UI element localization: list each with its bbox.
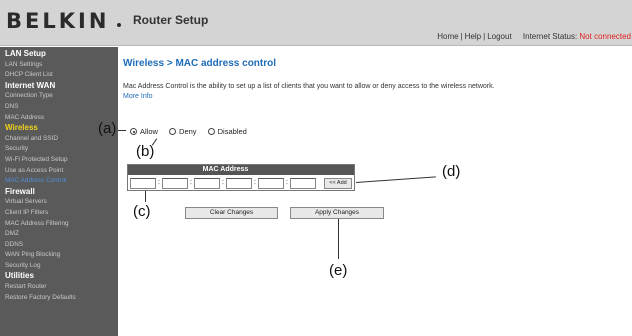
logo-dot (117, 23, 121, 27)
deny-radio[interactable] (169, 128, 177, 135)
callout-c: (c) (133, 203, 151, 220)
mac-address-table: MAC Address : : : : : << Add (127, 164, 355, 191)
sidebar-item-restore-defaults[interactable]: Restore Factory Defaults (0, 293, 118, 304)
sidebar-item-connection-type[interactable]: Connection Type (0, 91, 118, 102)
disabled-radio[interactable] (207, 128, 215, 135)
sidebar-item-mac-address-filtering[interactable]: MAC Address Filtering (0, 219, 118, 230)
allow-radio[interactable] (130, 128, 137, 135)
help-link[interactable]: Help (465, 32, 481, 41)
more-info-link[interactable]: More Info (123, 93, 153, 100)
sidebar-item-dns[interactable]: DNS (0, 102, 118, 113)
deny-label: Deny (179, 127, 197, 136)
internet-status-label: Internet Status: (522, 32, 578, 41)
allow-label: Allow (140, 127, 158, 136)
sidebar-item-access-point[interactable]: Use as Access Point (0, 166, 118, 177)
callout-b-line (151, 138, 158, 146)
logout-link[interactable]: Logout (487, 32, 511, 41)
sidebar-head-internet-wan[interactable]: Internet WAN (0, 81, 118, 92)
sidebar-head-lan-setup[interactable]: LAN Setup (0, 49, 118, 60)
sidebar-item-wan-ping-blocking[interactable]: WAN Ping Blocking (0, 250, 118, 261)
home-link[interactable]: Home (437, 32, 458, 41)
sidebar-item-virtual-servers[interactable]: Virtual Servers (0, 197, 118, 208)
mac-colon: : (190, 179, 192, 186)
add-mac-button[interactable]: << Add (324, 178, 352, 189)
header-bar: BELKIN Router Setup Home | Help | Logout Int… (0, 0, 632, 46)
internet-status-value: Not connected (579, 32, 631, 41)
sidebar-head-firewall[interactable]: Firewall (0, 187, 118, 198)
mac-octet-1-input[interactable] (130, 178, 156, 189)
mac-colon: : (254, 179, 256, 186)
sidebar-item-security-log[interactable]: Security Log (0, 261, 118, 272)
sidebar-head-utilities[interactable]: Utilities (0, 271, 118, 282)
description-text: Mac Address Control is the ability to se… (123, 83, 495, 90)
mode-radio-group: Allow Deny Disabled (130, 127, 256, 136)
clear-changes-button[interactable]: Clear Changes (185, 207, 278, 219)
sidebar: LAN Setup LAN Settings DHCP Client List … (0, 47, 118, 336)
mac-octet-2-input[interactable] (162, 178, 188, 189)
sidebar-item-dhcp-client-list[interactable]: DHCP Client List (0, 70, 118, 81)
mac-colon: : (158, 179, 160, 186)
sidebar-item-restart-router[interactable]: Restart Router (0, 282, 118, 293)
sidebar-item-ddns[interactable]: DDNS (0, 240, 118, 251)
callout-e-line (338, 219, 339, 259)
nav-separator: | (483, 32, 486, 41)
page-description: Mac Address Control is the ability to se… (123, 82, 503, 102)
mac-table-header-blank (323, 165, 354, 175)
mac-octet-3-input[interactable] (194, 178, 220, 189)
callout-b: (b) (136, 143, 155, 160)
mac-table-header: MAC Address (128, 165, 323, 175)
belkin-logo: BELKIN (6, 9, 110, 33)
sidebar-item-wps[interactable]: Wi-Fi Protected Setup (0, 155, 118, 166)
apply-changes-button[interactable]: Apply Changes (290, 207, 384, 219)
callout-a-line (118, 130, 126, 131)
mac-colon: : (286, 179, 288, 186)
sidebar-item-mac-address-control[interactable]: MAC Address Control (0, 176, 118, 187)
mac-octet-6-input[interactable] (290, 178, 316, 189)
callout-a: (a) (98, 120, 117, 137)
mac-colon: : (222, 179, 224, 186)
page-title: Wireless > MAC address control (123, 58, 277, 69)
top-nav: Home | Help | Logout Internet Status: Not co… (437, 32, 631, 41)
nav-separator: | (460, 32, 463, 41)
callout-d-line (355, 176, 436, 183)
mac-octet-5-input[interactable] (258, 178, 284, 189)
sidebar-item-dmz[interactable]: DMZ (0, 229, 118, 240)
sidebar-item-client-ip-filters[interactable]: Client IP Filters (0, 208, 118, 219)
mac-octet-4-input[interactable] (226, 178, 252, 189)
sidebar-item-security[interactable]: Security (0, 144, 118, 155)
callout-c-line (145, 191, 146, 202)
product-title: Router Setup (133, 13, 209, 27)
disabled-label: Disabled (217, 127, 247, 136)
callout-d: (d) (442, 163, 461, 180)
sidebar-item-lan-settings[interactable]: LAN Settings (0, 60, 118, 71)
callout-e: (e) (329, 262, 348, 279)
